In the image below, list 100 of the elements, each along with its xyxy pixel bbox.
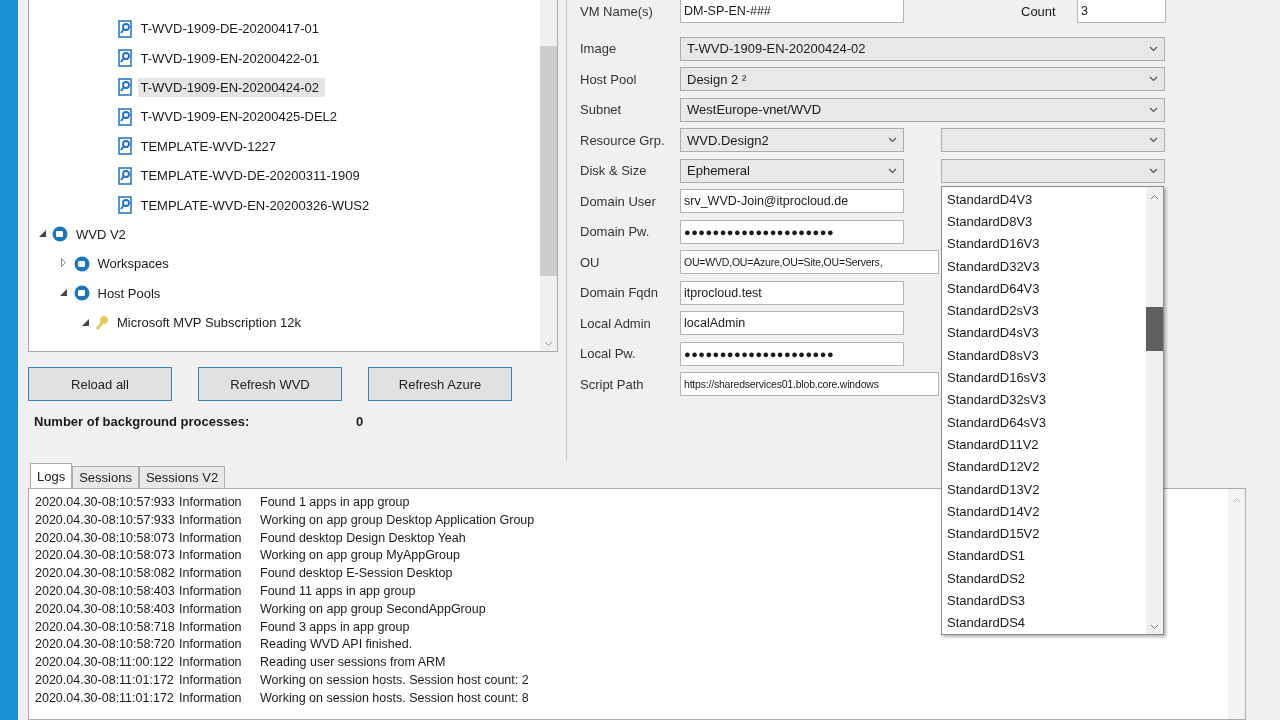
dropdown-option[interactable]: StandardD12V2 <box>947 455 1146 478</box>
vm-name-field[interactable]: DM-SP-EN-### <box>680 0 904 24</box>
dropdown[interactable]: Design 2 ² <box>680 67 1165 92</box>
cloud-service-icon <box>52 226 68 243</box>
tree-item[interactable]: Microsoft MVP Subscription 12k <box>114 313 307 333</box>
scrollbar[interactable] <box>540 0 557 351</box>
field-label: Image <box>580 41 618 57</box>
dropdown-option[interactable]: StandardD64V3 <box>947 277 1146 300</box>
tree-item[interactable]: TEMPLATE-WVD-DE-20200311-1909 <box>137 166 366 186</box>
tab[interactable]: Sessions <box>72 466 139 488</box>
text-field[interactable]: srv_WVD-Join@itprocloud.de <box>680 189 904 214</box>
dropdown-option[interactable]: StandardDS1 <box>947 544 1146 568</box>
log-level: Information <box>179 672 243 689</box>
log-message: Working on session hosts. Session host count: 8 <box>260 690 529 707</box>
log-time: 2020.04.30-08:10:58:082 <box>35 566 176 583</box>
tab[interactable]: Logs <box>30 463 73 488</box>
dropdown-option[interactable]: StandardD14V2 <box>947 500 1146 523</box>
log-level: Information <box>179 637 243 654</box>
cloud-service-icon <box>73 255 90 272</box>
dropdown-option[interactable]: StandardD11V2 <box>947 433 1146 456</box>
tree-item[interactable]: T-WVD-1909-DE-20200417-01 <box>137 19 325 39</box>
log-time: 2020.04.30-08:11:00:122 <box>35 655 175 672</box>
field-label: VM Name(s) <box>580 3 654 19</box>
text-field[interactable]: https://sharedservices01.blob.core.windows <box>680 372 939 397</box>
tree-item[interactable]: TEMPLATE-WVD-1227 <box>137 136 283 156</box>
cloud-service-icon <box>73 285 90 302</box>
dropdown-option[interactable]: StandardDS4 <box>947 611 1146 634</box>
log-time: 2020.04.30-08:10:57:933 <box>35 495 176 511</box>
disk-image-icon <box>116 107 133 126</box>
action-button[interactable]: Refresh Azure <box>368 367 512 401</box>
field-label: Local Pw. <box>580 346 637 362</box>
count-field[interactable]: 3 <box>1077 0 1166 24</box>
dropdown[interactable]: Ephemeral <box>680 158 904 183</box>
text-field[interactable]: itprocloud.test <box>680 280 904 305</box>
log-message: Working on app group MyAppGroup <box>260 548 460 565</box>
text-field[interactable]: OU=WVD,OU=Azure,OU=Site,OU=Servers, <box>680 250 939 275</box>
dropdown-option[interactable]: StandardD64sV3 <box>947 410 1146 434</box>
dropdown-option[interactable]: StandardD13V2 <box>947 477 1146 501</box>
dropdown-option[interactable]: StandardD32sV3 <box>947 388 1146 411</box>
field-label: Script Path <box>580 376 645 392</box>
tab[interactable]: Sessions V2 <box>138 466 226 488</box>
scroll-down-icon[interactable] <box>544 341 553 347</box>
dropdown-option[interactable]: StandardD15V2 <box>947 522 1146 545</box>
scrollbar[interactable] <box>1228 489 1245 719</box>
tree-item[interactable]: TEMPLATE-WVD-EN-20200326-WUS2 <box>137 195 376 215</box>
dropdown-option[interactable]: StandardD4sV3 <box>947 321 1146 345</box>
log-message: Found desktop E-Session Desktop <box>260 566 453 583</box>
log-time: 2020.04.30-08:10:58:073 <box>35 530 176 547</box>
dropdown-option[interactable]: StandardD8sV3 <box>947 344 1146 367</box>
dropdown[interactable]: WVD.Design2 <box>680 128 904 153</box>
dropdown[interactable] <box>941 128 1165 153</box>
expanded-arrow-icon[interactable] <box>81 318 89 326</box>
password-field[interactable]: ●●●●●●●●●●●●●●●●●●●●● <box>680 341 904 366</box>
scroll-up-icon[interactable] <box>1232 497 1241 503</box>
disk-image-icon <box>116 137 133 156</box>
disk-image-icon <box>116 49 133 68</box>
log-message: Working on app group SecondAppGroup <box>260 601 486 618</box>
scrollbar-thumb[interactable] <box>1146 307 1163 351</box>
scrollbar[interactable] <box>1146 187 1163 634</box>
chevron-down-icon <box>888 137 897 144</box>
field-label: OU <box>580 254 601 270</box>
log-level: Information <box>179 584 243 600</box>
field-label: Disk & Size <box>580 163 648 179</box>
dropdown-option[interactable]: StandardD4V3 <box>947 188 1146 211</box>
chevron-down-icon <box>1149 76 1158 83</box>
tree-item[interactable]: T-WVD-1909-EN-20200425-DEL2 <box>137 107 344 127</box>
log-message: Found 3 apps in app group <box>260 619 410 636</box>
tree-item[interactable]: T-WVD-1909-EN-20200422-01 <box>137 48 325 68</box>
dropdown[interactable]: WestEurope-vnet/WVD <box>680 97 1165 122</box>
dropdown-option[interactable]: StandardD32V3 <box>947 254 1146 278</box>
dropdown-option[interactable]: StandardDS3 <box>947 589 1146 612</box>
dropdown-option[interactable]: StandardD2sV3 <box>947 299 1146 322</box>
tree-item[interactable]: T-WVD-1909-EN-20200424-02 <box>137 77 325 97</box>
background-processes-count: 0 <box>356 414 364 429</box>
log-level: Information <box>179 548 243 565</box>
action-button[interactable]: Refresh WVD <box>198 367 342 401</box>
expanded-arrow-icon[interactable] <box>38 230 46 238</box>
collapsed-arrow-icon[interactable] <box>61 258 66 268</box>
tree-item[interactable]: Host Pools <box>94 283 167 303</box>
tree-item[interactable]: WVD V2 <box>73 224 132 244</box>
action-button[interactable]: Reload all <box>28 367 172 401</box>
dropdown-option[interactable]: StandardD8V3 <box>947 210 1146 233</box>
dropdown[interactable]: T-WVD-1909-EN-20200424-02 <box>680 36 1165 61</box>
scroll-down-icon[interactable] <box>1150 624 1159 630</box>
log-message: Found desktop Design Desktop Yeah <box>260 530 466 547</box>
log-level: Information <box>179 530 243 547</box>
expanded-arrow-icon[interactable] <box>60 289 67 297</box>
dropdown-option[interactable]: StandardDS2 <box>947 567 1146 590</box>
log-message: Found 1 apps in app group <box>260 495 410 511</box>
scrollbar-thumb[interactable] <box>540 46 557 276</box>
field-label: Resource Grp. <box>580 132 666 148</box>
dropdown-option[interactable]: StandardD16V3 <box>947 232 1146 255</box>
log-time: 2020.04.30-08:10:58:403 <box>35 601 176 618</box>
password-field[interactable]: ●●●●●●●●●●●●●●●●●●●●● <box>680 219 904 244</box>
text-field[interactable]: localAdmin <box>680 311 904 336</box>
log-message: Working on app group Desktop Application Group <box>260 512 535 529</box>
scroll-up-icon[interactable] <box>1150 194 1159 200</box>
dropdown[interactable] <box>941 158 1165 183</box>
tree-item[interactable]: Workspaces <box>94 254 175 274</box>
dropdown-option[interactable]: StandardD16sV3 <box>947 366 1146 389</box>
